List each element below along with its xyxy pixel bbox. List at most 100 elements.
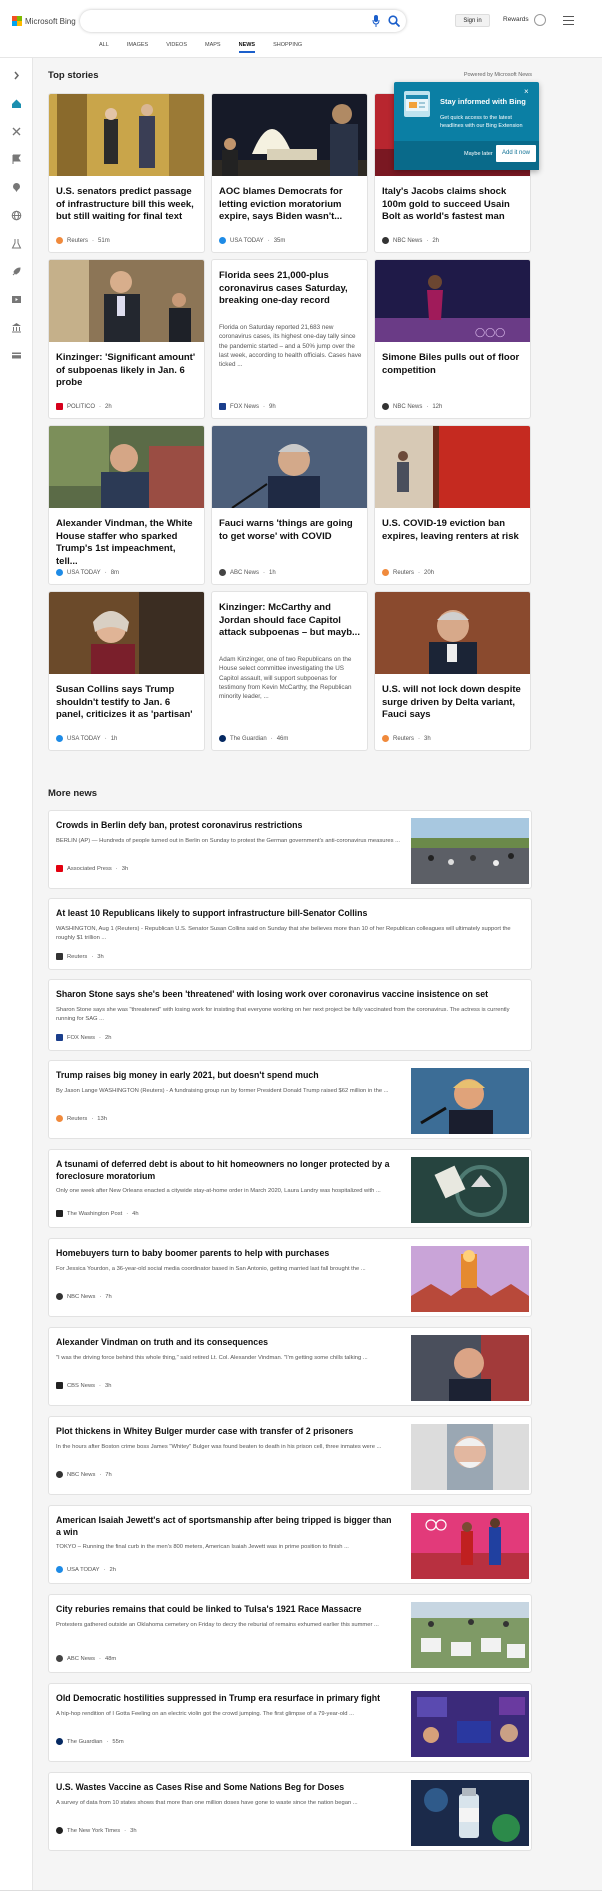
story-source: FOX News · 9h [219, 403, 276, 410]
tab-news[interactable]: NEWS [230, 42, 265, 56]
story-title[interactable]: Fauci warns 'things are going to get wor… [219, 518, 362, 543]
page-footer [0, 1890, 602, 1903]
story-image [49, 426, 204, 508]
news-title[interactable]: Plot thickens in Whitey Bulger murder ca… [56, 1426, 396, 1438]
news-snippet: Only one week after New Orleans enacted … [56, 1188, 381, 1194]
story-title[interactable]: Kinzinger: McCarthy and Jordan should fa… [219, 602, 362, 640]
news-title[interactable]: American Isaiah Jewett's act of sportsma… [56, 1515, 396, 1538]
news-item[interactable]: U.S. Wastes Vaccine as Cases Rise and So… [48, 1772, 532, 1851]
tab-all[interactable]: ALL [90, 42, 118, 56]
guardian-logo-icon [56, 1738, 63, 1745]
news-source: Reuters · 3h [56, 953, 104, 960]
globe-icon[interactable] [11, 210, 22, 221]
story-card[interactable]: ◯◯◯ Simone Biles pulls out of floor comp… [374, 259, 531, 419]
story-title[interactable]: U.S. will not lock down despite surge dr… [382, 684, 525, 722]
close-icon[interactable]: × [524, 87, 529, 96]
story-card[interactable]: AOC blames Democrats for letting evictio… [211, 93, 368, 253]
news-snippet: A hip-hop rendition of I Gotta Feeling o… [56, 1711, 354, 1717]
news-item[interactable]: Crowds in Berlin defy ban, protest coron… [48, 810, 532, 889]
story-title[interactable]: U.S. senators predict passage of infrast… [56, 186, 199, 224]
news-title[interactable]: A tsunami of deferred debt is about to h… [56, 1159, 396, 1182]
news-source: The Washington Post · 4h [56, 1210, 139, 1217]
reuters-logo-icon [382, 735, 389, 742]
rewards-medal-icon[interactable] [534, 14, 546, 26]
news-item[interactable]: Old Democratic hostilities suppressed in… [48, 1683, 532, 1762]
microphone-icon[interactable] [372, 15, 380, 27]
video-icon[interactable] [11, 294, 22, 305]
story-card[interactable]: Kinzinger: McCarthy and Jordan should fa… [211, 591, 368, 751]
nbc-news-logo-icon [56, 1293, 63, 1300]
story-card[interactable]: U.S. will not lock down despite surge dr… [374, 591, 531, 751]
news-item[interactable]: Alexander Vindman on truth and its conse… [48, 1327, 532, 1406]
bank-icon[interactable] [11, 322, 22, 333]
news-title[interactable]: Alexander Vindman on truth and its conse… [56, 1337, 396, 1349]
search-input[interactable] [80, 10, 406, 32]
news-item[interactable]: American Isaiah Jewett's act of sportsma… [48, 1505, 532, 1584]
nbc-news-logo-icon [56, 1471, 63, 1478]
hamburger-menu-icon[interactable] [563, 16, 574, 25]
story-source: NBC News · 12h [382, 403, 442, 410]
news-item[interactable]: Trump raises big money in early 2021, bu… [48, 1060, 532, 1139]
story-image [375, 592, 530, 674]
story-image [212, 426, 367, 508]
story-title[interactable]: AOC blames Democrats for letting evictio… [219, 186, 362, 224]
news-title[interactable]: Old Democratic hostilities suppressed in… [56, 1693, 396, 1705]
news-item[interactable]: Sharon Stone says she's been 'threatened… [48, 979, 532, 1051]
bing-logo[interactable]: Microsoft Bing [12, 16, 76, 26]
story-card[interactable]: Susan Collins says Trump shouldn't testi… [48, 591, 205, 751]
abc-news-logo-icon [219, 569, 226, 576]
news-title[interactable]: Crowds in Berlin defy ban, protest coron… [56, 820, 396, 832]
news-title[interactable]: Trump raises big money in early 2021, bu… [56, 1070, 396, 1082]
news-title[interactable]: Homebuyers turn to baby boomer parents t… [56, 1248, 396, 1260]
rewards-link[interactable]: Rewards [503, 16, 529, 23]
add-it-now-button[interactable]: Add it now [496, 145, 536, 162]
story-card[interactable]: Florida sees 21,000-plus coronavirus cas… [211, 259, 368, 419]
tools-icon[interactable] [11, 126, 22, 137]
story-card[interactable]: U.S. COVID-19 eviction ban expires, leav… [374, 425, 531, 585]
reuters-logo-icon [56, 1115, 63, 1122]
story-card[interactable]: Fauci warns 'things are going to get wor… [211, 425, 368, 585]
story-title[interactable]: Kinzinger: 'Significant amount' of subpo… [56, 352, 199, 390]
tab-videos[interactable]: VIDEOS [157, 42, 196, 56]
story-title[interactable]: Italy's Jacobs claims shock 100m gold to… [382, 186, 525, 224]
news-title[interactable]: Sharon Stone says she's been 'threatened… [56, 989, 526, 1001]
news-item[interactable]: City reburies remains that could be link… [48, 1594, 532, 1673]
story-title[interactable]: Alexander Vindman, the White House staff… [56, 518, 199, 568]
news-source: USA TODAY · 2h [56, 1566, 116, 1573]
tab-maps[interactable]: MAPS [196, 42, 230, 56]
news-item[interactable]: Homebuyers turn to baby boomer parents t… [48, 1238, 532, 1317]
news-item[interactable]: At least 10 Republicans likely to suppor… [48, 898, 532, 970]
maybe-later-button[interactable]: Maybe later [464, 151, 493, 157]
tab-images[interactable]: IMAGES [118, 42, 157, 56]
news-snippet: "I was the driving force behind this who… [56, 1355, 368, 1361]
story-snippet: Adam Kinzinger, one of two Republicans o… [219, 656, 352, 701]
news-item[interactable]: A tsunami of deferred debt is about to h… [48, 1149, 532, 1228]
flag-icon[interactable] [11, 154, 22, 165]
story-title[interactable]: U.S. COVID-19 eviction ban expires, leav… [382, 518, 525, 543]
news-source: Reuters · 13h [56, 1115, 107, 1122]
story-title[interactable]: Susan Collins says Trump shouldn't testi… [56, 684, 199, 722]
sign-in-button[interactable]: Sign in [455, 14, 490, 27]
story-title[interactable]: Simone Biles pulls out of floor competit… [382, 352, 525, 377]
news-title[interactable]: At least 10 Republicans likely to suppor… [56, 908, 526, 920]
story-card[interactable]: Alexander Vindman, the White House staff… [48, 425, 205, 585]
abc-news-logo-icon [56, 1655, 63, 1662]
cbs-news-logo-icon [56, 1382, 63, 1389]
home-icon[interactable] [11, 98, 22, 109]
search-icon[interactable] [388, 15, 400, 27]
story-title[interactable]: Florida sees 21,000-plus coronavirus cas… [219, 270, 362, 308]
news-title[interactable]: U.S. Wastes Vaccine as Cases Rise and So… [56, 1782, 396, 1794]
science-icon[interactable] [11, 238, 22, 249]
news-image [411, 1335, 529, 1401]
card-icon[interactable] [11, 350, 22, 361]
news-image [411, 1068, 529, 1134]
story-card[interactable]: U.S. senators predict passage of infrast… [48, 93, 205, 253]
location-pin-icon[interactable] [11, 182, 22, 193]
news-item[interactable]: Plot thickens in Whitey Bulger murder ca… [48, 1416, 532, 1495]
tab-shopping[interactable]: SHOPPING [264, 42, 311, 56]
news-title[interactable]: City reburies remains that could be link… [56, 1604, 396, 1616]
news-snippet: A survey of data from 10 states shows th… [56, 1800, 358, 1806]
rocket-icon[interactable] [11, 266, 22, 277]
chevron-right-icon[interactable] [11, 70, 22, 81]
story-card[interactable]: Kinzinger: 'Significant amount' of subpo… [48, 259, 205, 419]
